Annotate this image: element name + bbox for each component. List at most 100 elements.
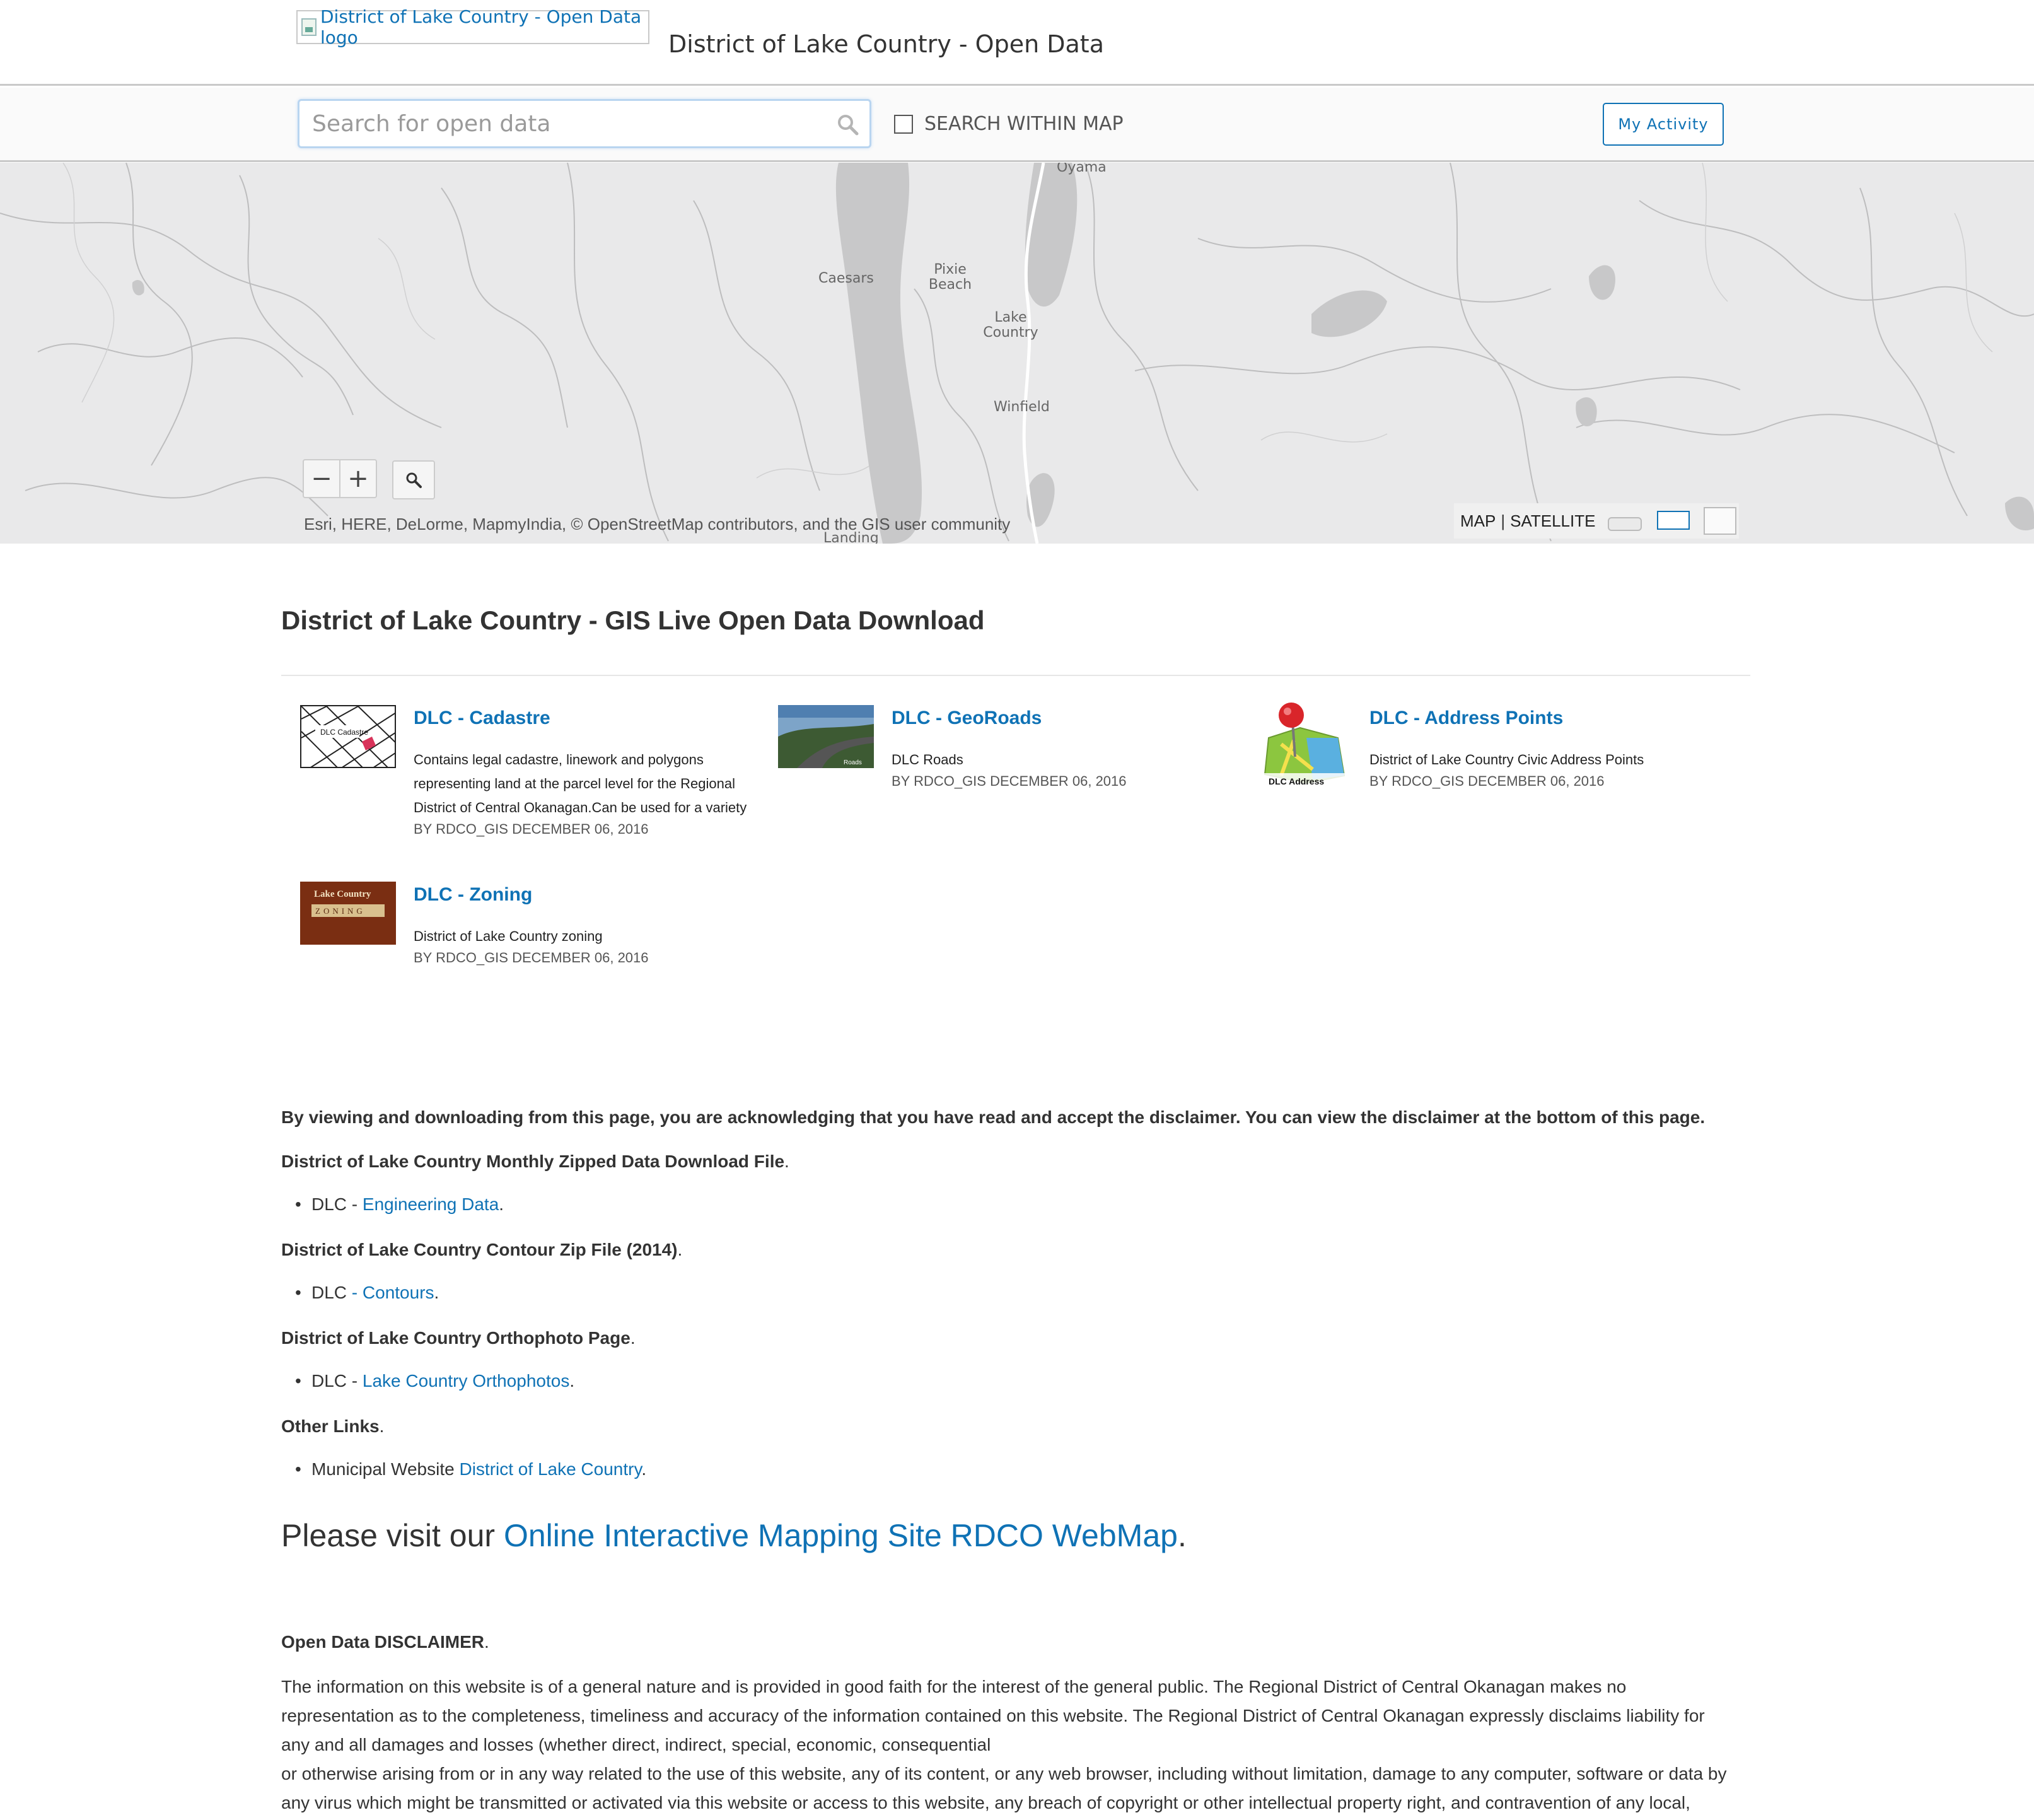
basemap-satellite-option[interactable]: SATELLITE [1510,511,1595,531]
municipal-website-link[interactable]: District of Lake Country [459,1459,641,1479]
contours-link[interactable]: - Contours [352,1283,434,1302]
disclaimer-heading-text: Open Data DISCLAIMER [281,1632,485,1652]
map-label-winfield: Winfield [994,399,1050,415]
dataset-title-zoning[interactable]: DLC - Zoning [414,884,532,906]
search-bar: SEARCH WITHIN MAP My Activity [0,88,2034,162]
zoom-out-button[interactable]: − [304,460,340,497]
list-item: DLC - Lake Country Orthophotos. [295,1371,575,1391]
map-view[interactable]: Oyama Caesars Pixie Beach Lake Country W… [0,163,2034,544]
section-heading-text: Other Links [281,1416,380,1436]
zoom-control: − + [303,459,377,498]
map-label-oyama: Oyama [1057,163,1107,175]
map-attribution: Esri, HERE, DeLorme, MapmyIndia, © OpenS… [304,515,1011,534]
dataset-title-cadastre[interactable]: DLC - Cadastre [414,708,550,729]
address-thumb-label: DLC Address [1269,776,1324,786]
dataset-thumbnail[interactable]: Lake Country ZONING [300,882,396,945]
dataset-description: District of Lake Country Civic Address P… [1369,752,1644,767]
list-item-prefix: Municipal Website [311,1459,460,1479]
zoning-thumb-bottom: ZONING [315,906,366,916]
basemap-switcher: MAP | SATELLITE [1454,503,1739,539]
dataset-meta: BY RDCO_GIS DECEMBER 06, 2016 [414,950,649,965]
section-heading: Other Links. [281,1416,384,1437]
disclaimer-paragraph-2: or otherwise arising from or in any way … [281,1764,1727,1812]
map-label-pixie-beach: Pixie Beach [928,262,972,293]
basemap-street-swatch[interactable] [1657,511,1690,530]
period: . [1177,1518,1187,1553]
basemap-light-swatch[interactable] [1608,517,1642,531]
zoom-in-button[interactable]: + [340,460,376,497]
list-item-prefix: DLC - [311,1194,363,1214]
dataset-meta: BY RDCO_GIS DECEMBER 06, 2016 [1369,773,1605,789]
dataset-thumbnail[interactable]: DLC Address [1256,700,1352,788]
basemap-separator: | [1501,511,1506,530]
disclaimer-heading: Open Data DISCLAIMER. [281,1632,489,1652]
my-activity-button[interactable]: My Activity [1603,103,1724,146]
dataset-description: District of Lake Country zoning [414,928,603,944]
dataset-description: DLC Roads [892,752,963,767]
webmap-callout: Please visit our Online Interactive Mapp… [281,1517,1187,1554]
magnifier-icon [406,472,422,488]
dataset-title-address-points[interactable]: DLC - Address Points [1369,708,1563,729]
dataset-card: DLC Cadastre DLC - Cadastre Contains leg… [281,705,760,863]
section-heading: District of Lake Country Orthophoto Page… [281,1328,636,1348]
section-heading: District of Lake Country Monthly Zipped … [281,1152,789,1172]
logo-alt-text: District of Lake Country - Open Data log… [320,6,642,48]
orthophotos-link[interactable]: Lake Country Orthophotos [363,1371,569,1391]
disclaimer-paragraph-1: The information on this website is of a … [281,1677,1705,1754]
site-title: District of Lake Country - Open Data [668,30,1104,58]
heading-divider [281,675,1750,676]
list-item-prefix: DLC - [311,1371,363,1391]
period: . [630,1328,636,1348]
period: . [434,1283,439,1302]
map-label-lake-country: Lake Country [983,310,1038,341]
dataset-meta: BY RDCO_GIS DECEMBER 06, 2016 [892,773,1127,789]
basemap-satellite-swatch[interactable] [1704,507,1736,535]
cadastre-map-icon: DLC Cadastre [301,706,395,767]
map-search-button[interactable] [392,460,435,499]
search-input[interactable] [312,101,829,146]
roads-thumb-label: Roads [844,759,862,766]
list-item: DLC - Engineering Data. [295,1194,504,1215]
period: . [499,1194,504,1214]
address-pin-icon: DLC Address [1256,703,1352,788]
dataset-title-georoads[interactable]: DLC - GeoRoads [892,708,1042,729]
zoning-sign-icon: Lake Country ZONING [300,882,396,945]
map-label-caesars: Caesars [818,271,874,286]
dataset-description: Contains legal cadastre, linework and po… [414,752,747,815]
dataset-card: DLC Address DLC - Address Points Distric… [1237,703,1716,806]
section-heading: District of Lake Country Contour Zip Fil… [281,1240,682,1260]
period: . [484,1632,489,1652]
list-item-prefix: DLC [311,1283,352,1302]
period: . [379,1416,385,1436]
list-item: Municipal Website District of Lake Count… [295,1459,647,1479]
webmap-callout-prefix: Please visit our [281,1518,504,1553]
page-heading: District of Lake Country - GIS Live Open… [281,605,985,635]
search-icon[interactable] [835,112,861,137]
search-within-map-label: SEARCH WITHIN MAP [924,113,1124,135]
site-logo[interactable]: District of Lake Country - Open Data log… [296,6,649,48]
search-box [298,99,871,148]
search-within-map-toggle[interactable]: SEARCH WITHIN MAP [894,113,1124,135]
webmap-link[interactable]: Online Interactive Mapping Site RDCO Web… [504,1518,1178,1553]
period: . [641,1459,647,1479]
dataset-card: Lake Country ZONING DLC - Zoning Distric… [281,882,760,983]
dataset-thumbnail[interactable]: DLC Cadastre [300,705,396,768]
engineering-data-link[interactable]: Engineering Data [363,1194,499,1214]
dataset-meta: BY RDCO_GIS DECEMBER 06, 2016 [414,821,649,837]
period: . [784,1152,789,1171]
disclaimer-notice: By viewing and downloading from this pag… [281,1107,1706,1127]
dataset-card: Roads DLC - GeoRoads DLC Roads BY RDCO_G… [759,705,1238,806]
cadastre-thumb-label: DLC Cadastre [320,728,368,737]
section-heading-text: District of Lake Country Orthophoto Page [281,1328,631,1348]
search-within-map-checkbox[interactable] [894,114,913,134]
dataset-thumbnail[interactable]: Roads [778,705,874,768]
basemap-map-option[interactable]: MAP [1460,511,1496,531]
section-heading-text: District of Lake Country Monthly Zipped … [281,1152,785,1171]
zoning-thumb-top: Lake Country [314,889,371,899]
period: . [569,1371,575,1391]
roads-photo-icon: Roads [778,705,874,768]
section-heading-text: District of Lake Country Contour Zip Fil… [281,1240,678,1259]
list-item: DLC - Contours. [295,1283,439,1303]
broken-image-icon [301,18,317,36]
top-header: District of Lake Country - Open Data log… [0,0,2034,86]
